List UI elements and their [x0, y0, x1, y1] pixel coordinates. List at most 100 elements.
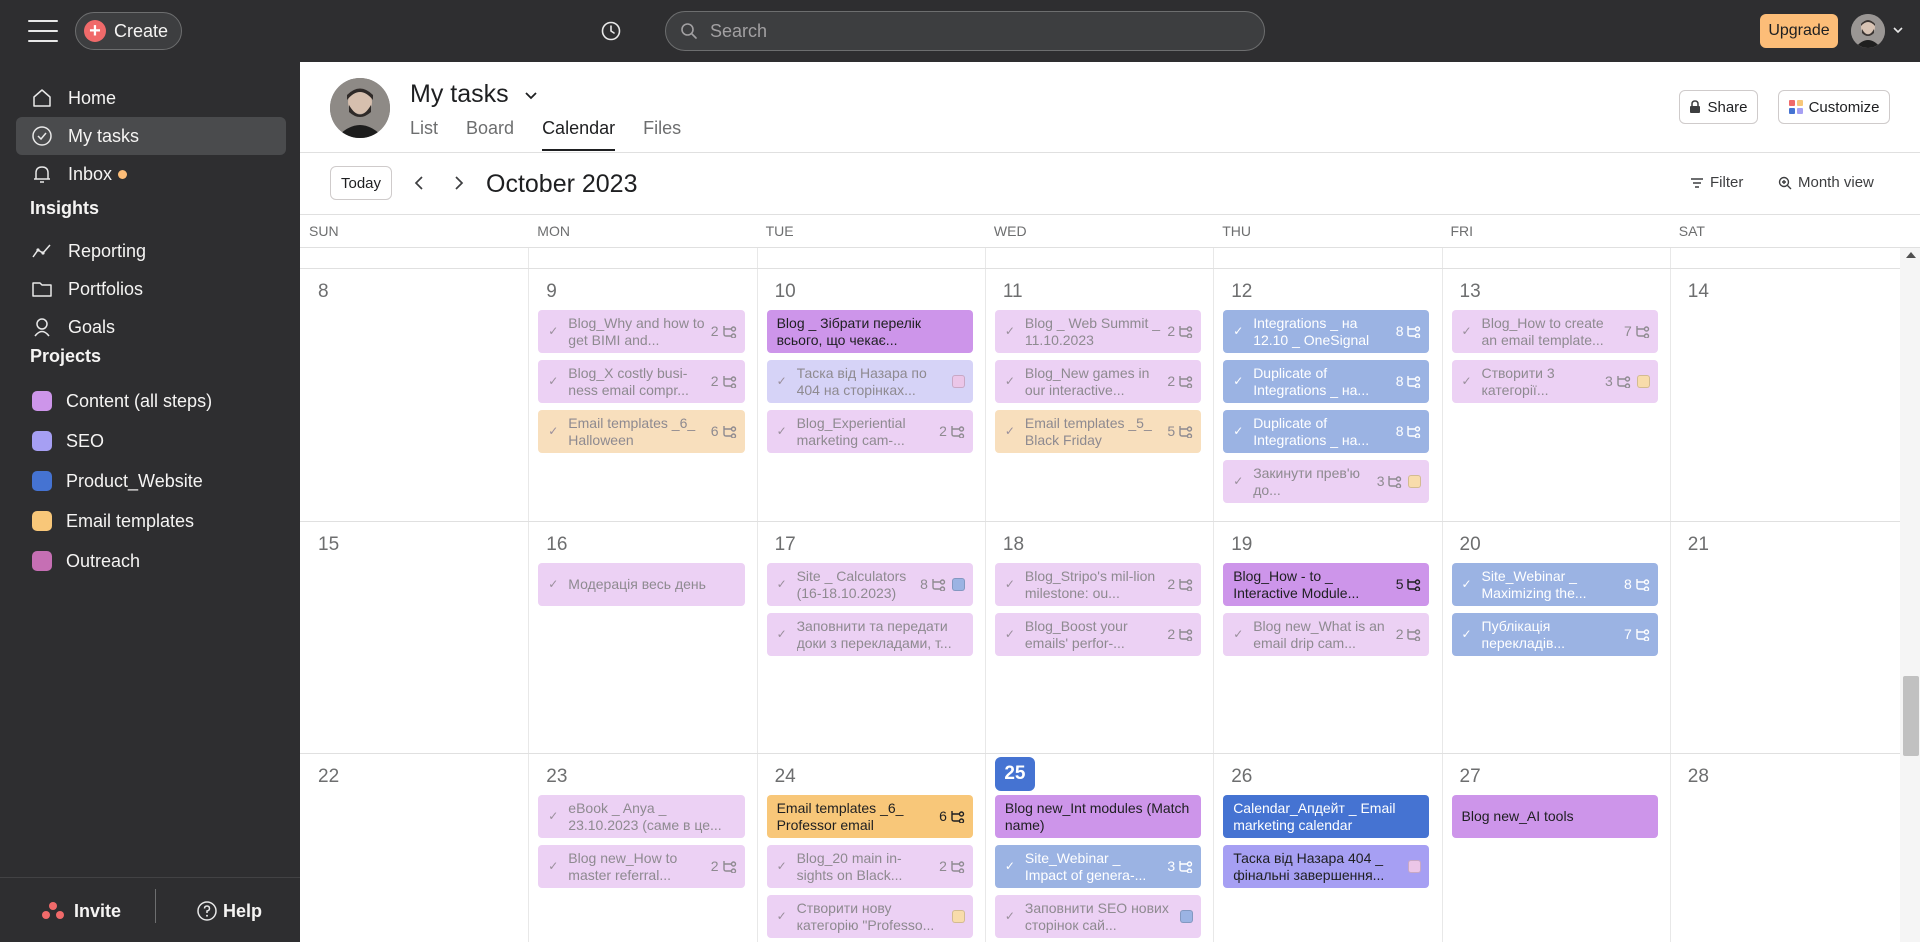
completed-check-icon[interactable]: ✓ — [1005, 858, 1019, 875]
completed-check-icon[interactable]: ✓ — [1233, 423, 1247, 440]
completed-check-icon[interactable]: ✓ — [1233, 373, 1247, 390]
month-view-button[interactable]: Month view — [1778, 174, 1874, 191]
sidebar-project-outreach[interactable]: Outreach — [16, 542, 286, 580]
completed-check-icon[interactable]: ✓ — [777, 858, 791, 875]
task-card[interactable]: ✓ Blog new_How to master referral... 2 — [538, 845, 745, 888]
filter-button[interactable]: Filter — [1690, 174, 1743, 191]
history-clock-icon[interactable] — [600, 20, 622, 42]
task-card[interactable]: Calendar_Апдейт _ Email marketing calend… — [1223, 795, 1430, 838]
customize-button[interactable]: Customize — [1778, 90, 1890, 124]
sidebar-project-email-templates[interactable]: Email templates — [16, 502, 286, 540]
today-button[interactable]: Today — [330, 166, 392, 200]
task-card[interactable]: Blog new_Int modules (Match name) — [994, 795, 1202, 838]
task-card[interactable]: ✓ Integrations _ на 12.10 _ OneSignal 8 — [1223, 310, 1430, 353]
completed-check-icon[interactable]: ✓ — [1462, 373, 1476, 390]
task-card[interactable]: ✓ Створити 3 категорії... 3 — [1451, 360, 1658, 403]
task-card[interactable]: ✓ Duplicate of Integrations _ на... 8 — [1223, 360, 1430, 403]
task-card[interactable]: ✓ Модерація весь день — [538, 563, 745, 606]
task-card[interactable]: ✓ Email templates _6_ Halloween 6 — [538, 410, 745, 453]
completed-check-icon[interactable]: ✓ — [548, 373, 562, 390]
sidebar-project-seo[interactable]: SEO — [16, 422, 286, 460]
tab-board[interactable]: Board — [466, 118, 514, 151]
completed-check-icon[interactable]: ✓ — [777, 626, 791, 643]
completed-check-icon[interactable]: ✓ — [548, 808, 562, 825]
chevron-down-icon[interactable] — [523, 87, 539, 103]
scrollbar-track[interactable] — [1900, 248, 1920, 942]
sidebar-item-my-tasks[interactable]: My tasks — [16, 117, 286, 155]
tab-calendar[interactable]: Calendar — [542, 118, 616, 151]
previous-month-button[interactable] — [408, 172, 430, 194]
task-card[interactable]: ✓ Email templates _5_ Black Friday 5 — [994, 410, 1202, 453]
task-card[interactable]: ✓ Site _ Calculators (16-18.10.2023) 8 — [766, 563, 973, 606]
completed-check-icon[interactable]: ✓ — [1462, 576, 1476, 593]
sidebar-project-content[interactable]: Content (all steps) — [16, 382, 286, 420]
scrollbar-thumb[interactable] — [1903, 676, 1919, 756]
help-button[interactable]: Help — [196, 900, 262, 922]
task-title: Закинути прев'ю до... — [1253, 464, 1360, 498]
completed-check-icon[interactable]: ✓ — [1005, 323, 1019, 340]
completed-check-icon[interactable]: ✓ — [548, 323, 562, 340]
completed-check-icon[interactable]: ✓ — [777, 908, 791, 925]
completed-check-icon[interactable]: ✓ — [548, 858, 562, 875]
task-card[interactable]: Blog _ Зібрати перелік всього, що чекає.… — [766, 310, 973, 353]
sidebar-item-goals[interactable]: Goals — [16, 308, 286, 346]
task-card[interactable]: ✓ Blog_Experiential marketing cam-... 2 — [766, 410, 973, 453]
completed-check-icon[interactable]: ✓ — [1005, 908, 1019, 925]
completed-check-icon[interactable]: ✓ — [1005, 576, 1019, 593]
completed-check-icon[interactable]: ✓ — [1233, 323, 1247, 340]
task-card[interactable]: Таска від Назара 404 _ фінальні завершен… — [1223, 845, 1430, 888]
task-card[interactable]: ✓ Blog_Why and how to get BIMI and... 2 — [538, 310, 745, 353]
task-card[interactable]: ✓ Створити нову категорію "Professo... — [766, 895, 973, 938]
completed-check-icon[interactable]: ✓ — [1005, 423, 1019, 440]
sidebar-project-product-website[interactable]: Product_Website — [16, 462, 286, 500]
completed-check-icon[interactable]: ✓ — [1233, 626, 1247, 643]
task-card[interactable]: ✓ Duplicate of Integrations _ на... 8 — [1223, 410, 1430, 453]
search-input[interactable] — [710, 20, 1210, 42]
completed-check-icon[interactable]: ✓ — [1005, 373, 1019, 390]
task-card[interactable]: ✓ Публікація перекладів... 7 — [1451, 613, 1658, 656]
task-card[interactable]: ✓ Таска від Назара по 404 на сторінках... — [766, 360, 973, 403]
create-button[interactable]: + Create — [75, 12, 182, 50]
completed-check-icon[interactable]: ✓ — [777, 576, 791, 593]
task-card[interactable]: ✓ Blog _ Web Summit _ 11.10.2023 2 — [994, 310, 1202, 353]
user-avatar[interactable] — [1851, 14, 1885, 48]
upgrade-button[interactable]: Upgrade — [1760, 14, 1838, 48]
task-card[interactable]: ✓ Site_Webinar _ Impact of genera-... 3 — [994, 845, 1202, 888]
task-card[interactable]: ✓ Blog_X costly busi-ness email compr... 2 — [538, 360, 745, 403]
completed-check-icon[interactable]: ✓ — [548, 423, 562, 440]
tab-list[interactable]: List — [410, 118, 438, 151]
task-card[interactable]: ✓ eBook _ Anya _ 23.10.2023 (саме в це... — [538, 795, 745, 838]
completed-check-icon[interactable]: ✓ — [1462, 323, 1476, 340]
task-card[interactable]: Blog new_AI tools — [1451, 795, 1658, 838]
task-card[interactable]: ✓ Закинути прев'ю до... 3 — [1223, 460, 1430, 503]
chevron-down-icon[interactable] — [1892, 24, 1904, 36]
sidebar-item-reporting[interactable]: Reporting — [16, 232, 286, 270]
completed-check-icon[interactable]: ✓ — [1005, 626, 1019, 643]
share-button[interactable]: Share — [1679, 90, 1758, 124]
completed-check-icon[interactable]: ✓ — [777, 373, 791, 390]
scroll-up-arrow-icon[interactable] — [1906, 252, 1916, 258]
completed-check-icon[interactable]: ✓ — [777, 423, 791, 440]
task-card[interactable]: ✓ Blog new_What is an email drip cam... 2 — [1223, 613, 1430, 656]
task-card[interactable]: Blog_How - to _ Interactive Module... 5 — [1223, 563, 1430, 606]
completed-check-icon[interactable]: ✓ — [1462, 626, 1476, 643]
task-card[interactable]: ✓ Заповнити SEO нових сторінок сай... — [994, 895, 1202, 938]
completed-check-icon[interactable]: ✓ — [548, 576, 562, 593]
task-card[interactable]: Email templates _6_ Professor email 6 — [766, 795, 973, 838]
sidebar-item-home[interactable]: Home — [16, 79, 286, 117]
task-card[interactable]: ✓ Blog_Stripo's mil-lion milestone: ou...… — [994, 563, 1202, 606]
task-card[interactable]: ✓ Blog_Boost your emails' perfor-... 2 — [994, 613, 1202, 656]
task-card[interactable]: ✓ Blog_New games in our interactive... 2 — [994, 360, 1202, 403]
task-card[interactable]: ✓ Site_Webinar _ Maximizing the... 8 — [1451, 563, 1658, 606]
task-card[interactable]: ✓ Blog_20 main in-sights on Black... 2 — [766, 845, 973, 888]
sidebar-item-portfolios[interactable]: Portfolios — [16, 270, 286, 308]
search-bar[interactable] — [665, 11, 1265, 51]
sidebar-item-inbox[interactable]: Inbox — [16, 155, 286, 193]
completed-check-icon[interactable]: ✓ — [1233, 473, 1247, 490]
tab-files[interactable]: Files — [643, 118, 681, 151]
task-card[interactable]: ✓ Заповнити та передати доки з перекладам… — [766, 613, 973, 656]
next-month-button[interactable] — [448, 172, 470, 194]
menu-icon[interactable] — [28, 20, 58, 42]
invite-button[interactable]: Invite — [40, 900, 121, 922]
task-card[interactable]: ✓ Blog_How to create an email template...… — [1451, 310, 1658, 353]
